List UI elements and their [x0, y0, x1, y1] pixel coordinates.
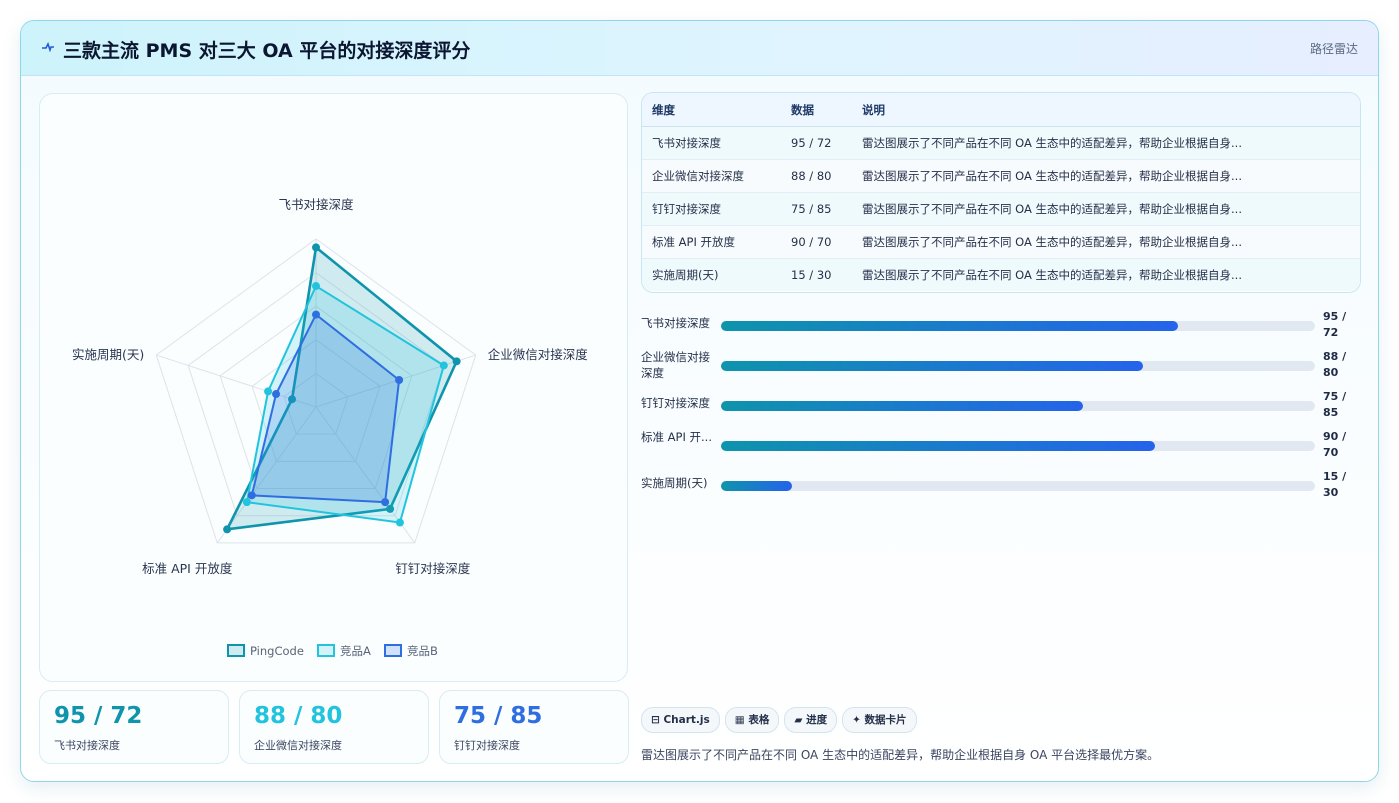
table-cell: 90 / 70 — [781, 225, 852, 259]
table-cell: 雷达图展示了不同产品在不同 OA 生态中的适配差异，帮助企业根据自身... — [852, 159, 1360, 193]
radar-data-point — [312, 282, 320, 291]
progress-row: 标准 API 开... 90 / 70 — [641, 427, 1359, 467]
progress-value: 75 / 85 — [1323, 390, 1347, 419]
view-chip[interactable]: ⊟ Chart.js — [641, 707, 720, 733]
progress-label: 实施周期(天) — [641, 476, 708, 490]
table-cell: 雷达图展示了不同产品在不同 OA 生态中的适配差异，帮助企业根据自身... — [852, 225, 1360, 259]
stat-value: 88 / 80 — [254, 703, 343, 729]
progress-fill — [721, 481, 793, 491]
view-chips: ⊟ Chart.js ▦ 表格 ▰ 进度 ✦ 数据卡片 — [641, 707, 922, 733]
progress-fill — [721, 361, 1143, 371]
radar-data-point — [312, 243, 320, 252]
data-table: 维度 数据 说明 飞书对接深度 95 / 72 雷达图展示了不同产品在不同 OA 生… — [641, 92, 1361, 293]
legend-swatch — [317, 644, 335, 657]
table-cell: 95 / 72 — [781, 126, 852, 160]
progress-value: 15 / 30 — [1323, 470, 1347, 499]
stat-card: 88 / 80 企业微信对接深度 — [239, 690, 429, 764]
table-cell: 雷达图展示了不同产品在不同 OA 生态中的适配差异，帮助企业根据自身... — [852, 258, 1360, 291]
table-cell: 飞书对接深度 — [642, 126, 781, 160]
page-title: 三款主流 PMS 对三大 OA 平台的对接深度评分 — [63, 40, 471, 62]
progress-track — [721, 481, 1315, 491]
stat-card: 75 / 85 钉钉对接深度 — [439, 690, 629, 764]
radar-axis-label: 飞书对接深度 — [278, 197, 354, 212]
progress-track — [721, 321, 1315, 331]
table-header-cell: 维度 — [642, 93, 781, 127]
radar-data-point — [272, 390, 281, 399]
stat-value: 95 / 72 — [54, 703, 143, 729]
progress-row: 实施周期(天) 15 / 30 — [641, 467, 1359, 507]
progress-row: 飞书对接深度 95 / 72 — [641, 307, 1359, 347]
progress-row: 企业微信对接深度 88 / 80 — [641, 347, 1359, 387]
dashboard-card: 三款主流 PMS 对三大 OA 平台的对接深度评分 路径雷达 飞书对接深度 企业微… — [20, 20, 1379, 782]
legend-label: PingCode — [250, 644, 304, 658]
progress-fill — [721, 441, 1155, 451]
table-row: 飞书对接深度 95 / 72 雷达图展示了不同产品在不同 OA 生态中的适配差异，帮… — [642, 126, 1360, 160]
stat-label: 飞书对接深度 — [54, 739, 120, 752]
table-cell: 企业微信对接深度 — [642, 159, 781, 193]
radar-data-point — [242, 498, 251, 507]
view-chip[interactable]: ✦ 数据卡片 — [842, 707, 917, 733]
table-cell: 88 / 80 — [781, 159, 852, 193]
radar-data-point — [452, 357, 461, 366]
progress-label: 企业微信对接深度 — [641, 350, 710, 380]
radar-data-point — [381, 498, 390, 507]
radar-data-point — [395, 376, 404, 385]
table-cell: 雷达图展示了不同产品在不同 OA 生态中的适配差异，帮助企业根据自身... — [852, 192, 1360, 226]
header-bar: 三款主流 PMS 对三大 OA 平台的对接深度评分 路径雷达 — [21, 21, 1378, 76]
table-cell: 15 / 30 — [781, 258, 852, 291]
progress-fill — [721, 401, 1084, 411]
radar-axis-label: 标准 API 开放度 — [142, 561, 233, 576]
radar-chart: 飞书对接深度企业微信对接深度钉钉对接深度 标准 API 开放度 实施周期(天) Pin… — [72, 197, 589, 658]
legend-label: 竞品B — [407, 644, 438, 658]
radar-axis-label: 钉钉对接深度 — [395, 561, 471, 576]
radar-data-point — [247, 491, 256, 500]
view-chip[interactable]: ▦ 表格 — [724, 707, 780, 733]
pulse-icon — [42, 41, 54, 53]
radar-data-point — [223, 525, 232, 534]
table-row: 企业微信对接深度 88 / 80 雷达图展示了不同产品在不同 OA 生态中的适配差异… — [642, 159, 1360, 193]
progress-value: 95 / 72 — [1323, 310, 1347, 339]
radar-axis-label: 实施周期(天) — [72, 347, 144, 362]
legend-swatch — [227, 644, 245, 657]
radar-data-point — [264, 387, 273, 396]
progress-row: 钉钉对接深度 75 / 85 — [641, 387, 1359, 427]
table-row: 标准 API 开放度 90 / 70 雷达图展示了不同产品在不同 OA 生态中的适配… — [642, 225, 1360, 259]
footer-note: 雷达图展示了不同产品在不同 OA 生态中的适配差异，帮助企业根据自身 OA 平台… — [641, 748, 1160, 762]
progress-track — [721, 361, 1315, 371]
radar-chart-panel: 飞书对接深度企业微信对接深度钉钉对接深度 标准 API 开放度 实施周期(天) Pin… — [39, 93, 628, 682]
progress-value: 90 / 70 — [1323, 430, 1347, 459]
radar-data-point — [312, 310, 320, 319]
progress-track — [721, 401, 1315, 411]
radar-data-point — [395, 518, 404, 527]
progress-track — [721, 441, 1315, 451]
progress-label: 钉钉对接深度 — [641, 396, 710, 410]
stat-card: 95 / 72 飞书对接深度 — [39, 690, 229, 764]
table-header-cell: 说明 — [852, 93, 1360, 127]
header-tag: 路径雷达 — [1309, 42, 1358, 56]
table-cell: 标准 API 开放度 — [642, 225, 781, 259]
table-cell: 钉钉对接深度 — [642, 192, 781, 226]
table-cell: 实施周期(天) — [642, 258, 781, 291]
progress-label: 标准 API 开... — [641, 430, 712, 444]
progress-value: 88 / 80 — [1323, 350, 1347, 379]
table-cell: 75 / 85 — [781, 192, 852, 226]
table-row: 实施周期(天) 15 / 30 雷达图展示了不同产品在不同 OA 生态中的适配差异，… — [642, 258, 1360, 291]
progress-fill — [721, 321, 1179, 331]
table-header-cell: 数据 — [781, 93, 852, 127]
stat-label: 企业微信对接深度 — [254, 739, 342, 752]
progress-label: 飞书对接深度 — [641, 316, 710, 330]
table-cell: 雷达图展示了不同产品在不同 OA 生态中的适配差异，帮助企业根据自身... — [852, 126, 1360, 160]
view-chip[interactable]: ▰ 进度 — [784, 707, 838, 733]
table-row: 钉钉对接深度 75 / 85 雷达图展示了不同产品在不同 OA 生态中的适配差异，帮… — [642, 192, 1360, 226]
stat-value: 75 / 85 — [454, 703, 543, 729]
stat-label: 钉钉对接深度 — [454, 739, 520, 752]
legend-label: 竞品A — [340, 644, 371, 658]
legend-swatch — [384, 644, 402, 657]
radar-data-point — [439, 361, 448, 370]
radar-axis-label: 企业微信对接深度 — [488, 347, 589, 362]
table-header-row: 维度 数据 说明 — [642, 93, 1360, 127]
